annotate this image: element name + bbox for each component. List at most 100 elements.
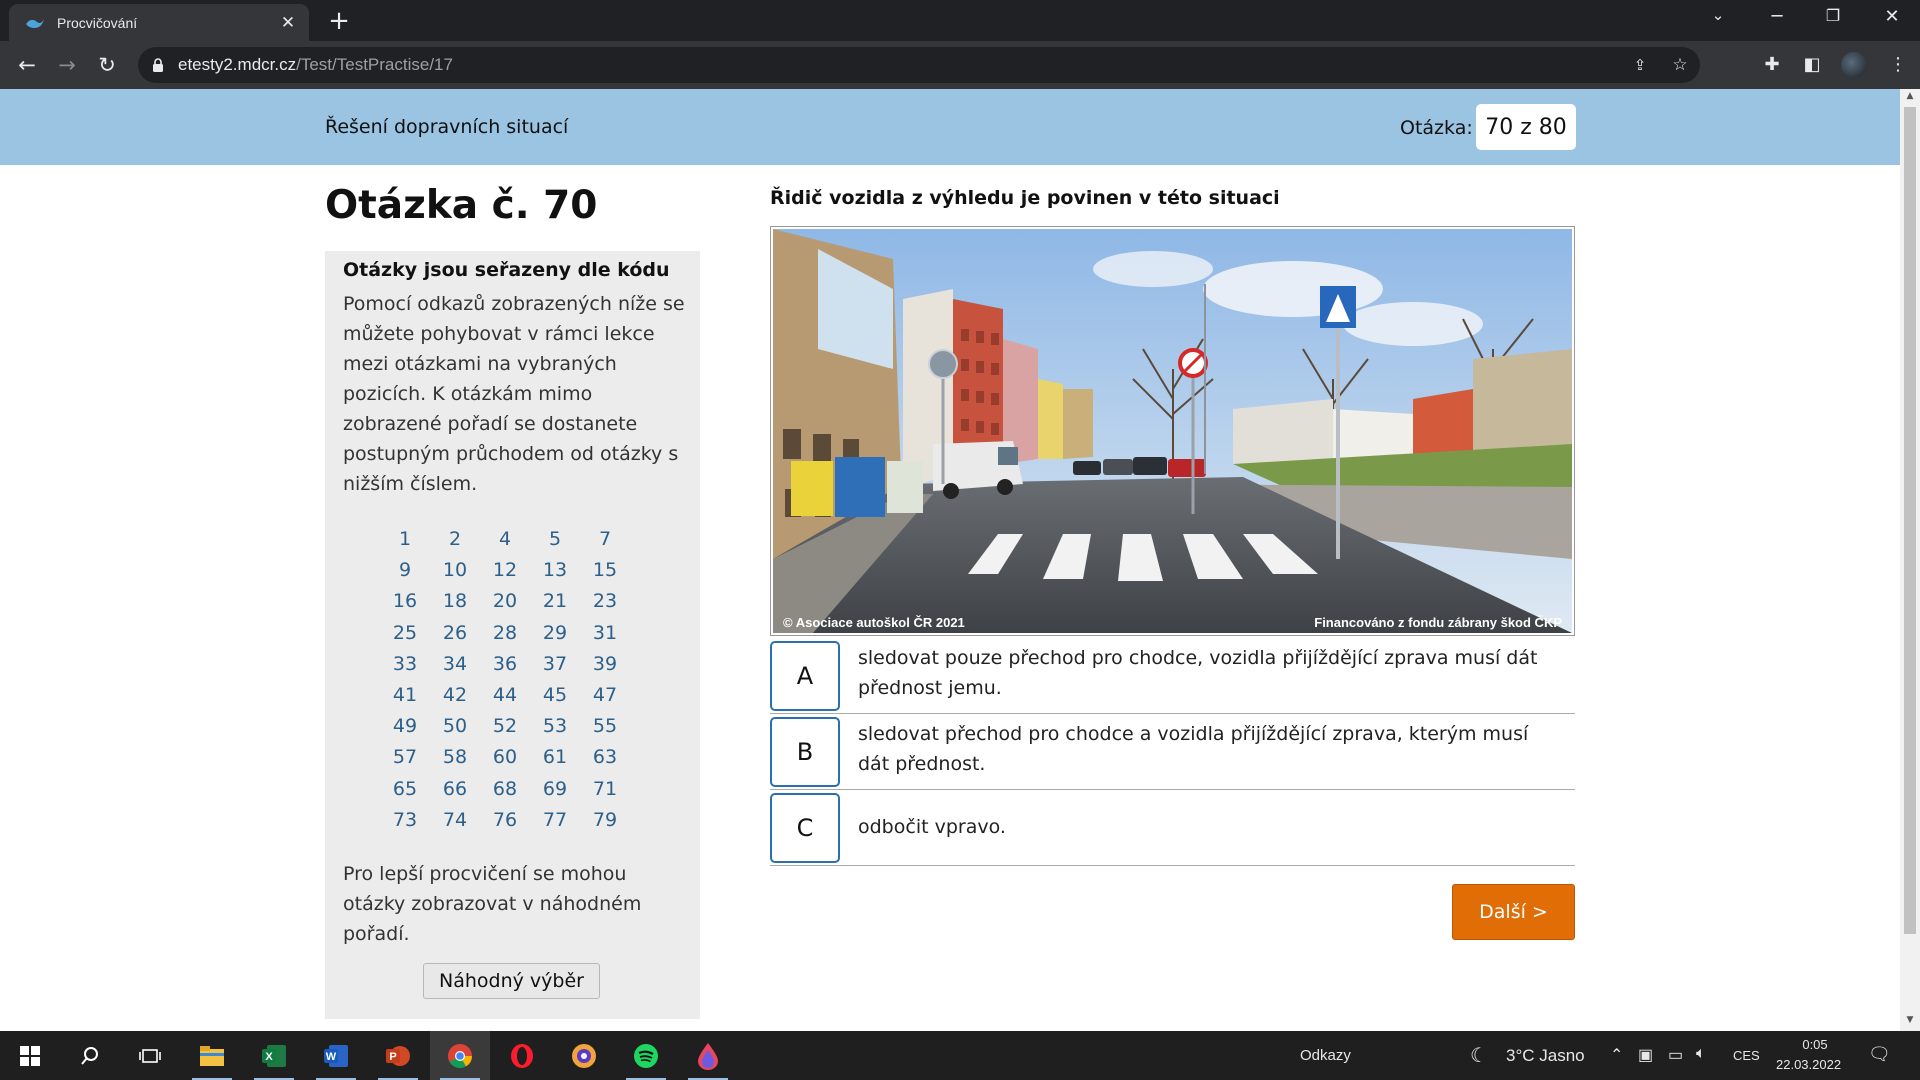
links-toolbar-label[interactable]: Odkazy xyxy=(1300,1047,1351,1064)
answer-letter[interactable]: C xyxy=(770,793,840,863)
question-link[interactable]: 33 xyxy=(380,649,430,680)
tab-search-icon[interactable]: ⌄ xyxy=(1703,6,1733,24)
question-link[interactable]: 79 xyxy=(580,805,630,836)
question-link[interactable]: 31 xyxy=(580,618,630,649)
question-link[interactable]: 73 xyxy=(380,805,430,836)
question-link[interactable]: 16 xyxy=(380,586,430,617)
question-link[interactable]: 69 xyxy=(530,774,580,805)
question-link[interactable]: 4 xyxy=(480,524,530,555)
scroll-down-icon[interactable]: ▼ xyxy=(1904,1015,1916,1027)
bookmark-star-icon[interactable]: ☆ xyxy=(1666,51,1694,79)
drop-app-icon[interactable] xyxy=(678,1031,738,1080)
question-link[interactable]: 41 xyxy=(380,680,430,711)
profile-avatar[interactable] xyxy=(1841,52,1867,78)
weather-text[interactable]: 3°C Jasno xyxy=(1506,1046,1585,1066)
question-link[interactable]: 1 xyxy=(380,524,430,555)
search-icon[interactable] xyxy=(60,1031,120,1080)
question-link[interactable]: 20 xyxy=(480,586,530,617)
share-icon[interactable]: ⇪ xyxy=(1626,51,1654,79)
tab-close-icon[interactable]: ✕ xyxy=(279,13,297,33)
question-link[interactable]: 77 xyxy=(530,805,580,836)
task-view-icon[interactable] xyxy=(120,1031,180,1080)
answer-text[interactable]: odbočit vpravo. xyxy=(858,812,1558,842)
restore-icon[interactable]: ❐ xyxy=(1818,6,1848,25)
question-link[interactable]: 36 xyxy=(480,649,530,680)
page-scrollbar[interactable]: ▲ ▼ xyxy=(1900,89,1920,1031)
question-link[interactable]: 55 xyxy=(580,711,630,742)
question-link[interactable]: 18 xyxy=(430,586,480,617)
question-link[interactable]: 34 xyxy=(430,649,480,680)
question-link[interactable]: 23 xyxy=(580,586,630,617)
extensions-icon[interactable]: ✚ xyxy=(1759,52,1785,78)
vpn-app-icon[interactable] xyxy=(554,1031,614,1080)
question-link[interactable]: 74 xyxy=(430,805,480,836)
scroll-up-icon[interactable]: ▲ xyxy=(1904,91,1916,103)
question-link[interactable]: 9 xyxy=(380,555,430,586)
question-link[interactable]: 47 xyxy=(580,680,630,711)
question-link[interactable]: 26 xyxy=(430,618,480,649)
chrome-icon[interactable] xyxy=(430,1031,490,1080)
question-link[interactable]: 76 xyxy=(480,805,530,836)
question-link[interactable]: 42 xyxy=(430,680,480,711)
excel-icon[interactable]: X xyxy=(244,1031,304,1080)
question-link[interactable]: 71 xyxy=(580,774,630,805)
scroll-thumb[interactable] xyxy=(1904,107,1916,934)
answer-option-a[interactable]: A sledovat pouze přechod pro chodce, voz… xyxy=(770,638,1575,714)
forward-icon[interactable]: → xyxy=(53,51,81,79)
question-link[interactable]: 57 xyxy=(380,742,430,773)
back-icon[interactable]: ← xyxy=(13,51,41,79)
question-link[interactable]: 66 xyxy=(430,774,480,805)
address-bar[interactable]: etesty2.mdcr.cz/Test/TestPractise/17 ☆ ⇪ xyxy=(138,47,1700,83)
answer-option-b[interactable]: B sledovat přechod pro chodce a vozidla … xyxy=(770,714,1575,790)
clock-time[interactable]: 0:05 xyxy=(1790,1037,1840,1052)
volume-icon[interactable]: 🔈︎ xyxy=(1696,1045,1706,1063)
browser-tab[interactable]: Procvičování ✕ xyxy=(9,4,309,41)
question-link[interactable]: 53 xyxy=(530,711,580,742)
battery-icon[interactable]: ▭ xyxy=(1668,1045,1683,1065)
answer-text[interactable]: sledovat přechod pro chodce a vozidla př… xyxy=(858,719,1558,779)
answer-option-c[interactable]: C odbočit vpravo. xyxy=(770,790,1575,866)
random-selection-button[interactable]: Náhodný výběr xyxy=(423,963,600,999)
language-indicator[interactable]: CES xyxy=(1733,1048,1760,1063)
question-link[interactable]: 45 xyxy=(530,680,580,711)
side-panel-icon[interactable]: ◧ xyxy=(1799,52,1825,78)
tray-expand-icon[interactable]: ⌃ xyxy=(1610,1045,1623,1065)
question-link[interactable]: 15 xyxy=(580,555,630,586)
question-link[interactable]: 49 xyxy=(380,711,430,742)
answer-letter[interactable]: A xyxy=(770,641,840,711)
weather-moon-icon[interactable]: ☾ xyxy=(1470,1043,1488,1068)
reload-icon[interactable]: ↻ xyxy=(93,51,121,79)
question-link[interactable]: 28 xyxy=(480,618,530,649)
question-link[interactable]: 52 xyxy=(480,711,530,742)
question-link[interactable]: 25 xyxy=(380,618,430,649)
question-link[interactable]: 58 xyxy=(430,742,480,773)
question-link[interactable]: 37 xyxy=(530,649,580,680)
question-link[interactable]: 68 xyxy=(480,774,530,805)
answer-letter[interactable]: B xyxy=(770,717,840,787)
question-link[interactable]: 5 xyxy=(530,524,580,555)
question-link[interactable]: 7 xyxy=(580,524,630,555)
network-icon[interactable]: ▣ xyxy=(1638,1045,1653,1065)
question-link[interactable]: 60 xyxy=(480,742,530,773)
next-button[interactable]: Další > xyxy=(1452,884,1575,940)
question-link[interactable]: 65 xyxy=(380,774,430,805)
notification-icon[interactable]: 🗨︎ xyxy=(1868,1044,1891,1065)
question-link[interactable]: 61 xyxy=(530,742,580,773)
start-icon[interactable] xyxy=(0,1031,60,1080)
question-link[interactable]: 21 xyxy=(530,586,580,617)
clock-date[interactable]: 22.03.2022 xyxy=(1776,1057,1841,1072)
question-link[interactable]: 50 xyxy=(430,711,480,742)
question-link[interactable]: 44 xyxy=(480,680,530,711)
opera-icon[interactable] xyxy=(492,1031,552,1080)
question-link[interactable]: 29 xyxy=(530,618,580,649)
question-link[interactable]: 39 xyxy=(580,649,630,680)
menu-icon[interactable]: ⋮ xyxy=(1885,52,1911,78)
file-explorer-icon[interactable] xyxy=(182,1031,242,1080)
powerpoint-icon[interactable]: P xyxy=(368,1031,428,1080)
question-link[interactable]: 13 xyxy=(530,555,580,586)
question-link[interactable]: 2 xyxy=(430,524,480,555)
question-link[interactable]: 63 xyxy=(580,742,630,773)
word-icon[interactable]: W xyxy=(306,1031,366,1080)
question-link[interactable]: 12 xyxy=(480,555,530,586)
close-window-icon[interactable]: ✕ xyxy=(1877,6,1907,27)
